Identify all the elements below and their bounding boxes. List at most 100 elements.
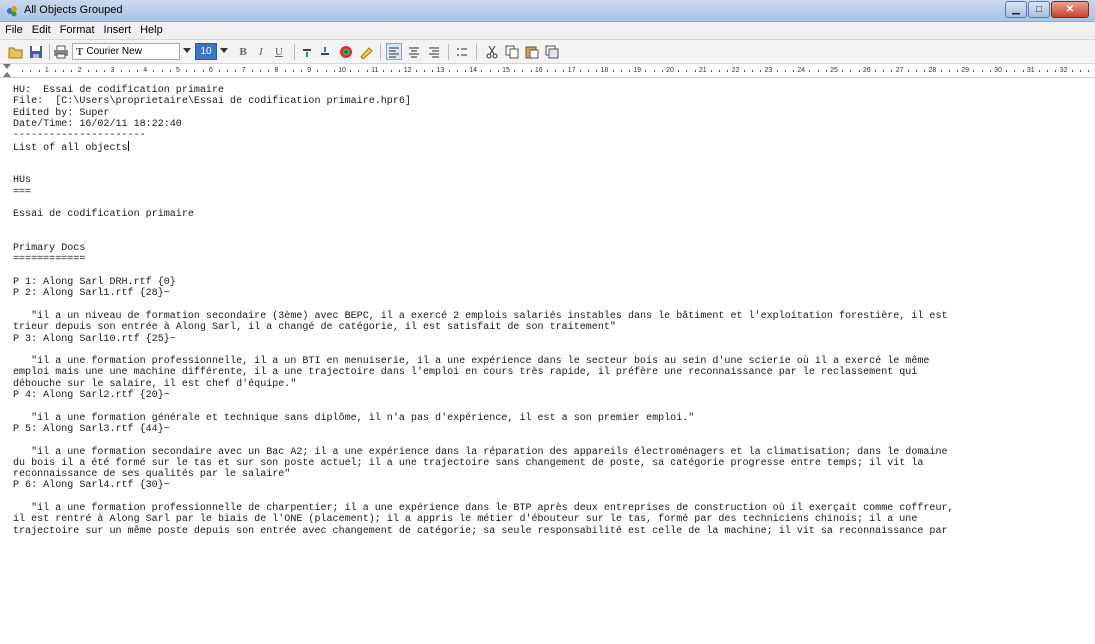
document-line: trajectoire sur un même poste depuis son…: [13, 525, 948, 537]
ruler-dot: [456, 70, 458, 72]
document-line: "il a un niveau de formation secondaire …: [13, 310, 948, 322]
menu-help[interactable]: Help: [135, 22, 167, 36]
document-line: P 2: Along Sarl1.rtf {28}~: [13, 288, 170, 300]
maximize-button[interactable]: □: [1028, 1, 1050, 18]
ruler-dot: [350, 70, 352, 72]
ruler-dot: [366, 70, 368, 72]
app-icon: [7, 6, 17, 17]
select-all-button[interactable]: [544, 43, 560, 60]
menu-bar: File Edit Format Insert Help: [0, 22, 1095, 40]
minimize-button[interactable]: ▁: [1005, 1, 1027, 18]
align-center-button[interactable]: [406, 43, 422, 60]
ruler-dot: [96, 70, 97, 72]
font-size-combo[interactable]: 10: [195, 43, 228, 60]
ruler-dot: [268, 70, 270, 72]
ruler-dot: [391, 70, 393, 72]
align-right-button[interactable]: [426, 43, 442, 60]
align-left-button[interactable]: [386, 43, 402, 60]
document-line: "il a une formation professionnelle de c…: [13, 502, 954, 514]
ruler-mark: 16: [534, 67, 543, 74]
open-button[interactable]: [8, 43, 24, 60]
ruler-dot: [87, 70, 89, 72]
indent-marker-icon: [3, 64, 11, 77]
document-line: List of all objects: [13, 141, 129, 155]
color-button[interactable]: [338, 43, 354, 60]
document-line: ===: [13, 186, 32, 198]
select-all-icon: [545, 45, 559, 58]
ruler-mark: 7: [241, 67, 246, 74]
ruler-dot: [481, 70, 483, 72]
ruler-dot: [907, 70, 909, 72]
italic-button[interactable]: I: [254, 43, 268, 60]
ruler-mark: 15: [502, 67, 510, 74]
ruler-dot: [522, 70, 524, 72]
bold-button[interactable]: B: [236, 43, 250, 60]
increase-indent-icon: [321, 46, 329, 55]
ruler-dot: [530, 70, 532, 72]
document-line: HU: Essai de codification primaire: [13, 85, 225, 96]
font-name-combo[interactable]: T Courier New: [72, 43, 191, 60]
menu-edit[interactable]: Edit: [27, 22, 55, 36]
ruler-dot: [1039, 70, 1040, 72]
ruler-dot: [333, 70, 335, 72]
font-icon: T: [76, 45, 84, 58]
ruler-dot: [719, 70, 721, 72]
ruler-dot: [55, 70, 56, 72]
ruler-mark: 18: [600, 67, 609, 74]
italic-icon: I: [259, 45, 263, 58]
document-line: P 1: Along Sarl DRH.rtf {0}: [13, 277, 176, 289]
save-button[interactable]: [28, 43, 44, 60]
increase-indent-button[interactable]: [318, 43, 332, 60]
toolbar: T Courier New 10 B I U: [0, 40, 1095, 64]
font-name-value: Courier New: [86, 46, 142, 57]
minimize-icon: ▁: [1012, 4, 1020, 15]
save-icon: [30, 45, 42, 58]
menu-format[interactable]: Format: [55, 22, 99, 36]
cut-button[interactable]: [484, 43, 500, 60]
ruler-mark: 10: [338, 67, 346, 74]
bold-icon: B: [239, 45, 247, 58]
bullets-button[interactable]: [454, 43, 470, 60]
chevron-down-icon: [220, 48, 228, 53]
ruler-mark: 27: [895, 67, 904, 74]
document-line: HUs: [13, 175, 32, 187]
ruler-dot: [875, 70, 876, 72]
ruler-mark: 1: [44, 67, 49, 74]
highlight-button[interactable]: [358, 43, 374, 60]
ruler-dot: [809, 70, 811, 72]
ruler-dot: [711, 70, 712, 72]
decrease-indent-button[interactable]: [300, 43, 314, 60]
ruler-dot: [292, 70, 294, 72]
paste-icon: [525, 46, 539, 58]
close-button[interactable]: ✕: [1051, 1, 1089, 18]
ruler-dot: [1071, 70, 1073, 72]
ruler-dot: [1055, 70, 1057, 72]
menu-file[interactable]: File: [0, 22, 27, 36]
ruler-mark: 5: [176, 67, 180, 74]
ruler-dot: [891, 70, 893, 72]
document-area[interactable]: HU: Essai de codification primaire File: …: [0, 78, 1095, 644]
chevron-down-icon: [183, 48, 191, 53]
ruler-dot: [235, 70, 237, 72]
ruler-dot: [120, 70, 122, 72]
underline-button[interactable]: U: [272, 43, 286, 60]
ruler-dot: [760, 70, 762, 72]
ruler-dot: [1022, 70, 1024, 72]
ruler-dot: [202, 70, 204, 72]
ruler-mark: 13: [436, 67, 445, 74]
menu-insert[interactable]: Insert: [99, 22, 136, 36]
copy-button[interactable]: [504, 43, 520, 60]
ruler-dot: [153, 70, 155, 72]
document-text[interactable]: HU: Essai de codification primaire File: …: [13, 85, 1093, 537]
ruler-dot: [448, 70, 450, 72]
align-left-icon: [389, 47, 399, 57]
ruler-dot: [743, 70, 745, 72]
ruler-dot: [169, 70, 171, 72]
paste-button[interactable]: [524, 43, 540, 60]
ruler-dot: [596, 70, 598, 72]
print-button[interactable]: [53, 43, 69, 60]
ruler-mark: 32: [1059, 67, 1068, 74]
ruler-dot: [1080, 70, 1081, 72]
ruler-dot: [383, 70, 384, 72]
